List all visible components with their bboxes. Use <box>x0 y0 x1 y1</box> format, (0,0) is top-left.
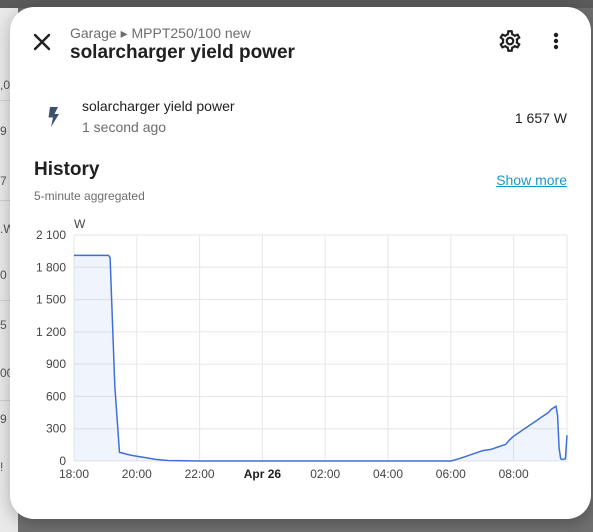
x-tick-label: 02:00 <box>310 467 340 481</box>
background-text: 0 <box>0 268 7 282</box>
show-more-link[interactable]: Show more <box>496 172 567 188</box>
y-tick-label: 0 <box>59 454 66 468</box>
background-text: ! <box>0 460 4 474</box>
series-line <box>74 254 568 462</box>
dots-vertical-icon <box>553 32 559 50</box>
y-tick-label: 1 200 <box>36 325 66 339</box>
y-tick-label: 1 800 <box>36 260 66 274</box>
y-tick-label: 1 500 <box>36 293 66 307</box>
history-heading: History <box>34 159 100 180</box>
series-area <box>74 255 567 461</box>
background-text: 7 <box>0 174 7 188</box>
background-text: 5 <box>0 318 7 332</box>
y-tick-label: 300 <box>46 422 66 436</box>
gear-icon <box>499 30 521 52</box>
more-options-button[interactable] <box>546 28 566 54</box>
x-tick-label: 22:00 <box>185 467 215 481</box>
x-tick-label: 18:00 <box>59 467 89 481</box>
background-text: ,0 <box>0 78 11 92</box>
x-tick-label: 20:00 <box>122 467 152 481</box>
x-tick-label: 08:00 <box>499 467 529 481</box>
entity-name: solarcharger yield power <box>82 98 235 114</box>
x-tick-label: 06:00 <box>436 467 466 481</box>
background-text: 9 <box>0 124 7 138</box>
entity-last-changed: 1 second ago <box>82 119 167 135</box>
dialog-title: solarcharger yield power <box>70 42 295 63</box>
x-tick-label: 04:00 <box>373 467 403 481</box>
history-chart[interactable]: 0 300 600 900 1 200 1 500 1 800 2 100 18:00 20:00… <box>10 212 591 492</box>
more-info-dialog: Garage ▸ MPPT250/100 new solarcharger yi… <box>10 7 591 519</box>
y-tick-label: 900 <box>46 357 66 371</box>
breadcrumb[interactable]: Garage ▸ MPPT250/100 new <box>70 25 251 42</box>
settings-button[interactable] <box>497 28 523 54</box>
y-tick-label: 2 100 <box>36 228 66 242</box>
lightning-bolt-icon <box>44 105 64 129</box>
close-icon <box>33 33 51 51</box>
y-tick-label: 600 <box>46 389 66 403</box>
y-axis-label: W <box>74 217 86 231</box>
x-tick-label: Apr 26 <box>244 467 282 481</box>
entity-state-value: 1 657 W <box>514 110 567 126</box>
close-button[interactable] <box>28 28 56 56</box>
history-subtitle: 5-minute aggregated <box>34 189 145 203</box>
